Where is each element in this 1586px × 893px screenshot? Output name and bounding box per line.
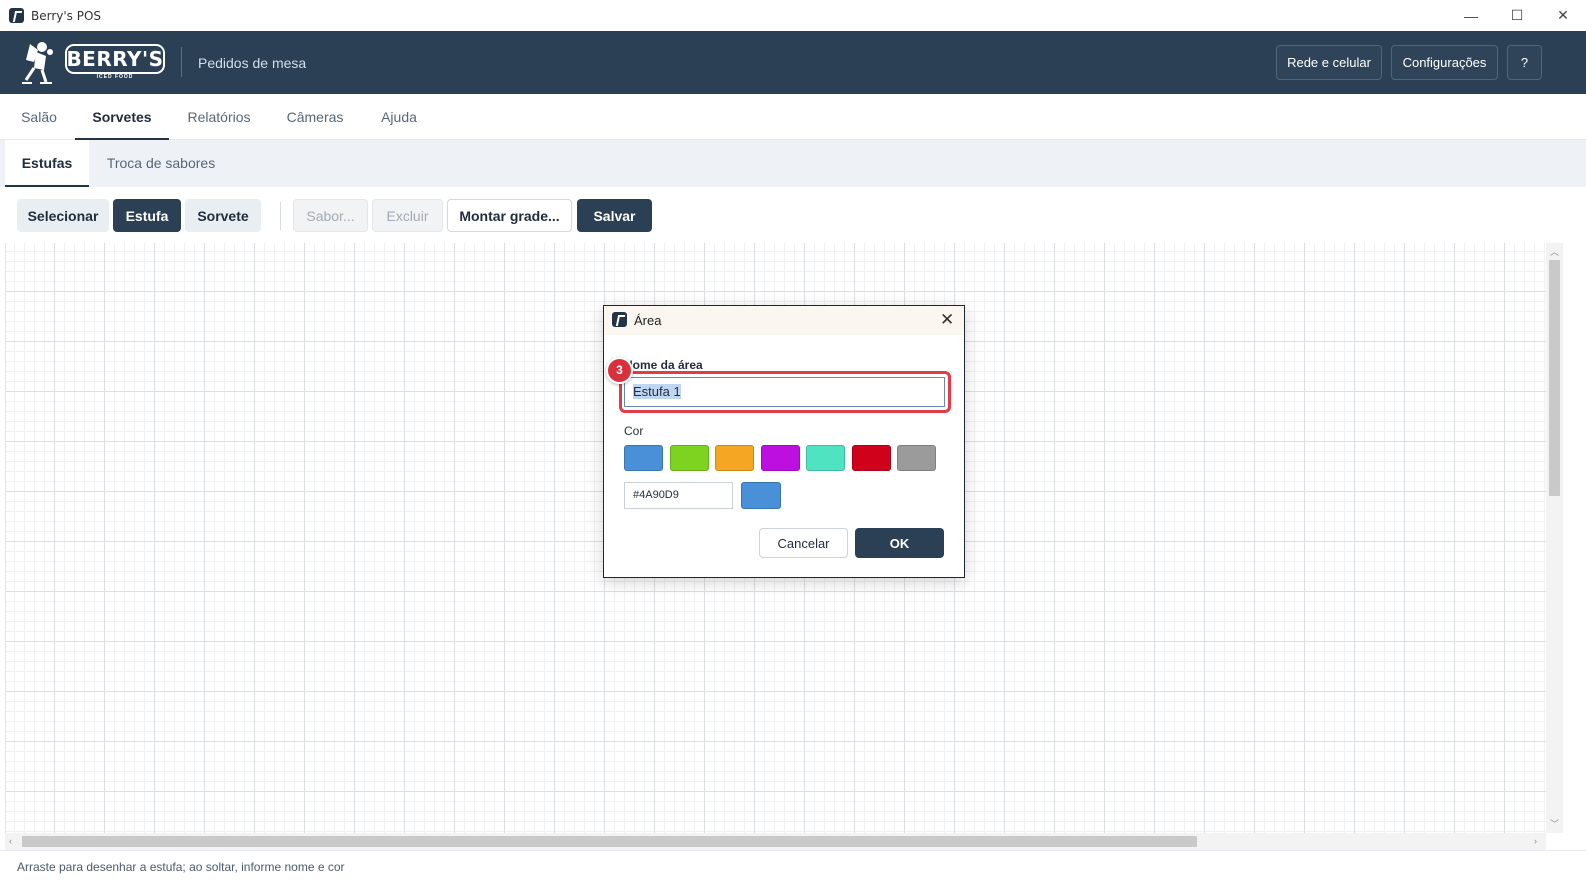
step-badge: 3 bbox=[606, 357, 633, 384]
estufa-tool-button[interactable]: Estufa bbox=[113, 199, 181, 232]
sabor-button[interactable]: Sabor... bbox=[293, 199, 368, 232]
mascot-logo-icon bbox=[22, 42, 53, 84]
tab-relatorios[interactable]: Relatórios bbox=[171, 94, 267, 140]
main-tabs: Salão Sorvetes Relatórios Câmeras Ajuda bbox=[0, 94, 1586, 140]
color-swatch-blue[interactable] bbox=[624, 445, 663, 471]
app-icon bbox=[9, 8, 24, 23]
window-titlebar: Berry's POS — ☐ ✕ bbox=[0, 0, 1586, 31]
status-bar: Arraste para desenhar a estufa; ao solta… bbox=[0, 850, 1586, 881]
tab-ajuda[interactable]: Ajuda bbox=[363, 94, 435, 140]
dialog-title: Área bbox=[634, 313, 662, 328]
sub-tabs: Estufas Troca de sabores bbox=[0, 140, 1586, 187]
select-tool-button[interactable]: Selecionar bbox=[17, 199, 109, 232]
color-swatch-gray[interactable] bbox=[897, 445, 936, 471]
scroll-right-icon[interactable]: › bbox=[1534, 836, 1537, 846]
color-swatch-teal[interactable] bbox=[806, 445, 845, 471]
tab-sorvetes[interactable]: Sorvetes bbox=[75, 94, 169, 140]
color-preview[interactable] bbox=[741, 482, 781, 509]
ok-button[interactable]: OK bbox=[855, 528, 944, 558]
scroll-down-icon[interactable]: ﹀ bbox=[1550, 819, 1559, 829]
area-name-input[interactable]: Estufa 1 bbox=[624, 377, 945, 407]
color-swatch-purple[interactable] bbox=[761, 445, 800, 471]
toolbar-separator bbox=[280, 202, 281, 230]
cancel-button[interactable]: Cancelar bbox=[759, 528, 848, 558]
horizontal-scroll-thumb[interactable] bbox=[22, 836, 1197, 847]
dialog-close-icon[interactable]: ✕ bbox=[940, 311, 954, 328]
close-icon[interactable]: ✕ bbox=[1540, 0, 1586, 31]
scroll-up-icon[interactable]: ︿ bbox=[1550, 247, 1559, 257]
color-swatch-green[interactable] bbox=[670, 445, 709, 471]
vertical-scrollbar[interactable]: ︿ ﹀ bbox=[1546, 243, 1563, 833]
status-text: Arraste para desenhar a estufa; ao solta… bbox=[17, 860, 345, 874]
brand-logo: BERRY'S ICED FOOD bbox=[65, 44, 165, 82]
montar-grade-button[interactable]: Montar grade... bbox=[447, 199, 572, 232]
app-header: BERRY'S ICED FOOD Pedidos de mesa Rede e… bbox=[0, 31, 1586, 94]
header-subtitle: Pedidos de mesa bbox=[198, 55, 307, 71]
settings-button[interactable]: Configurações bbox=[1391, 45, 1498, 80]
area-name-label: Nome da área bbox=[624, 358, 703, 372]
tab-salao[interactable]: Salão bbox=[5, 94, 73, 140]
area-name-value: Estufa 1 bbox=[633, 384, 681, 399]
dialog-titlebar: Área ✕ bbox=[604, 306, 964, 335]
dialog-app-icon bbox=[612, 312, 627, 327]
help-button[interactable]: ? bbox=[1507, 45, 1542, 80]
excluir-button[interactable]: Excluir bbox=[372, 199, 443, 232]
hex-color-input[interactable]: #4A90D9 bbox=[624, 482, 733, 509]
toolbar: Selecionar Estufa Sorvete Sabor... Exclu… bbox=[0, 187, 1586, 243]
color-label: Cor bbox=[624, 424, 644, 438]
horizontal-scrollbar[interactable]: ‹ › bbox=[5, 833, 1546, 850]
subtab-estufas[interactable]: Estufas bbox=[5, 140, 89, 187]
subtab-troca-sabores[interactable]: Troca de sabores bbox=[91, 140, 231, 187]
area-dialog: Área ✕ Nome da área Estufa 1 3 Cor #4A90… bbox=[603, 305, 965, 578]
window-controls: — ☐ ✕ bbox=[1448, 0, 1586, 31]
header-divider bbox=[181, 47, 182, 77]
salvar-button[interactable]: Salvar bbox=[577, 199, 652, 232]
sorvete-tool-button[interactable]: Sorvete bbox=[185, 199, 261, 232]
tab-cameras[interactable]: Câmeras bbox=[269, 94, 361, 140]
color-swatch-orange[interactable] bbox=[715, 445, 754, 471]
minimize-icon[interactable]: — bbox=[1448, 0, 1494, 31]
vertical-scroll-thumb[interactable] bbox=[1549, 260, 1560, 496]
color-swatch-red[interactable] bbox=[852, 445, 891, 471]
maximize-icon[interactable]: ☐ bbox=[1494, 0, 1540, 31]
network-button[interactable]: Rede e celular bbox=[1276, 45, 1382, 80]
scroll-left-icon[interactable]: ‹ bbox=[9, 836, 12, 846]
window-title: Berry's POS bbox=[31, 8, 102, 23]
